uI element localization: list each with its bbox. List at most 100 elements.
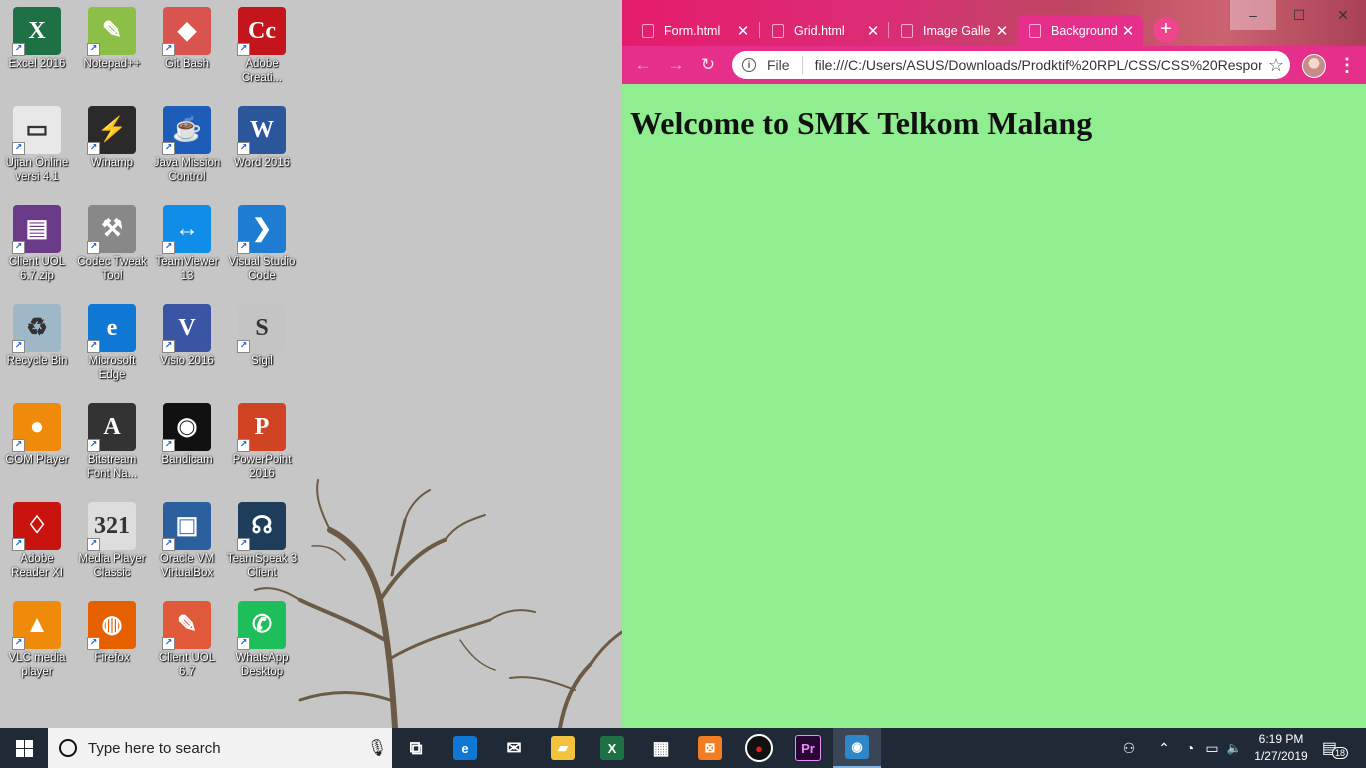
desktop-icon-label: VLC media player — [8, 652, 66, 678]
desktop-icon-label: Codec Tweak Tool — [77, 256, 147, 282]
desktop-icon[interactable]: ↔ ↗ TeamViewer 13 — [150, 205, 224, 283]
desktop-icon[interactable]: P ↗ PowerPoint 2016 — [225, 403, 299, 481]
desktop-icon[interactable]: ▭ ↗ Ujian Online versi 4.1 — [0, 106, 74, 184]
desktop-icon[interactable]: ✆ ↗ WhatsApp Desktop — [225, 601, 299, 679]
shortcut-arrow-icon: ↗ — [87, 340, 100, 353]
close-window-button[interactable]: ✕ — [1320, 0, 1366, 30]
app-icon: ⚡ ↗ — [87, 106, 136, 155]
microphone-icon[interactable]: 🎙 — [362, 738, 392, 758]
taskbar-bandicam-button[interactable]: ● — [735, 728, 783, 768]
taskbar-edge-button[interactable]: e — [441, 728, 489, 768]
taskbar-premiere-button[interactable]: Pr — [784, 728, 832, 768]
app-icon: A ↗ — [87, 403, 136, 452]
shortcut-arrow-icon: ↗ — [162, 340, 175, 353]
browser-frame: Form.html ✕ Grid.html ✕ Image Galle ✕ Ba… — [622, 0, 1366, 84]
new-tab-button[interactable]: + — [1153, 17, 1179, 43]
volume-icon[interactable]: 🔈 — [1224, 728, 1244, 768]
close-icon[interactable]: ✕ — [1119, 22, 1137, 40]
url-text[interactable]: file:///C:/Users/ASUS/Downloads/Prodktif… — [815, 57, 1262, 73]
shortcut-arrow-icon: ↗ — [87, 538, 100, 551]
desktop-icon[interactable]: W ↗ Word 2016 — [225, 106, 299, 170]
taskbar-excel-button[interactable]: X — [588, 728, 636, 768]
desktop-icon[interactable]: V ↗ Visio 2016 — [150, 304, 224, 368]
desktop-icon[interactable]: ✎ ↗ Client UOL 6.7 — [150, 601, 224, 679]
chevron-up-icon[interactable]: ⌃ — [1152, 728, 1176, 768]
minimize-button[interactable]: – — [1230, 0, 1276, 30]
desktop-icon-label: Bitstream Font Na... — [86, 454, 138, 480]
info-icon[interactable]: i — [742, 58, 756, 72]
tab-grid[interactable]: Grid.html ✕ — [760, 15, 888, 46]
desktop-icon[interactable]: ☊ ↗ TeamSpeak 3 Client — [225, 502, 299, 580]
start-button[interactable] — [0, 728, 48, 768]
bandicam-icon: ● — [745, 734, 773, 762]
desktop-icon[interactable]: ● ↗ GOM Player — [0, 403, 74, 467]
app-icon: ▣ ↗ — [162, 502, 211, 551]
desktop-icon[interactable]: ♢ ↗ Adobe Reader XI — [0, 502, 74, 580]
desktop-icon[interactable]: S ↗ Sigil — [225, 304, 299, 368]
notification-badge: 18 — [1332, 747, 1349, 759]
desktop-icon-label: Oracle VM VirtualBox — [159, 553, 215, 579]
desktop-icon[interactable]: ❯ ↗ Visual Studio Code — [225, 205, 299, 283]
back-button[interactable]: ← — [632, 54, 654, 76]
taskbar-chrome-button[interactable]: ◉ — [833, 728, 881, 768]
app-icon: ❯ ↗ — [237, 205, 286, 254]
app-icon: ▭ ↗ — [12, 106, 61, 155]
clock[interactable]: 6:19 PM 1/27/2019 — [1246, 728, 1316, 768]
desktop-icon[interactable]: ◍ ↗ Firefox — [75, 601, 149, 665]
tab-form[interactable]: Form.html ✕ — [630, 15, 758, 46]
shortcut-arrow-icon: ↗ — [237, 142, 250, 155]
page-icon — [901, 23, 913, 38]
desktop-icon[interactable]: A ↗ Bitstream Font Na... — [75, 403, 149, 481]
desktop-icon[interactable]: ◉ ↗ Bandicam — [150, 403, 224, 467]
desktop-icon[interactable]: Cc ↗ Adobe Creati... — [225, 7, 299, 85]
shortcut-arrow-icon: ↗ — [237, 637, 250, 650]
desktop-icon[interactable]: ☕ ↗ Java Mission Control — [150, 106, 224, 184]
forward-button[interactable]: → — [665, 54, 687, 76]
tab-background[interactable]: Background ✕ — [1017, 15, 1143, 46]
taskbar-search[interactable]: Type here to search 🎙 — [48, 728, 392, 768]
desktop-icon[interactable]: X ↗ Excel 2016 — [0, 7, 74, 71]
battery-icon[interactable]: ▭ — [1202, 728, 1222, 768]
desktop-icon-label: Winamp — [90, 157, 134, 169]
desktop-icon-label: Bandicam — [161, 454, 213, 466]
close-icon[interactable]: ✕ — [993, 22, 1011, 40]
desktop-icon[interactable]: 321 ↗ Media Player Classic — [75, 502, 149, 580]
desktop-icon-label: WhatsApp Desktop — [235, 652, 289, 678]
shortcut-arrow-icon: ↗ — [87, 142, 100, 155]
app-icon: ✆ ↗ — [237, 601, 286, 650]
desktop-icon[interactable]: e ↗ Microsoft Edge — [75, 304, 149, 382]
desktop-icon-label: Ujian Online versi 4.1 — [5, 157, 69, 183]
desktop-icon-label: Firefox — [94, 652, 130, 664]
task-view-icon: ⧉ — [409, 737, 423, 758]
tab-image-gallery[interactable]: Image Galle ✕ — [889, 15, 1017, 46]
shortcut-arrow-icon: ↗ — [162, 142, 175, 155]
taskbar-store-button[interactable]: ▦ — [637, 728, 685, 768]
desktop-icon[interactable]: ♻ ↗ Recycle Bin — [0, 304, 74, 368]
taskbar-xampp-button[interactable]: ⊠ — [686, 728, 734, 768]
reload-button[interactable]: ↻ — [697, 54, 719, 76]
excel-icon: X — [600, 736, 624, 760]
address-bar[interactable]: i File file:///C:/Users/ASUS/Downloads/P… — [732, 51, 1290, 79]
close-icon[interactable]: ✕ — [864, 22, 882, 40]
people-icon[interactable]: ⚇ — [1116, 728, 1142, 768]
wifi-icon[interactable]: ◔ — [1180, 728, 1200, 768]
taskbar-file-explorer-button[interactable]: ▰ — [539, 728, 587, 768]
desktop-icon[interactable]: ▤ ↗ Client UOL 6.7.zip — [0, 205, 74, 283]
desktop-icon[interactable]: ⚒ ↗ Codec Tweak Tool — [75, 205, 149, 283]
tab-title: Form.html — [664, 23, 721, 38]
menu-icon[interactable]: ⋮ — [1338, 52, 1356, 78]
app-icon: ◍ ↗ — [87, 601, 136, 650]
desktop-icon[interactable]: ▣ ↗ Oracle VM VirtualBox — [150, 502, 224, 580]
close-icon[interactable]: ✕ — [734, 22, 752, 40]
search-placeholder: Type here to search — [88, 739, 221, 757]
desktop-icon[interactable]: ⚡ ↗ Winamp — [75, 106, 149, 170]
desktop-icon[interactable]: ✎ ↗ Notepad++ — [75, 7, 149, 71]
notification-center[interactable]: ▤ 18 — [1320, 728, 1350, 768]
taskbar-mail-button[interactable]: ✉ — [490, 728, 538, 768]
maximize-button[interactable]: ☐ — [1276, 0, 1322, 30]
profile-avatar[interactable] — [1302, 54, 1326, 78]
star-icon[interactable]: ☆ — [1262, 55, 1290, 76]
desktop-icon[interactable]: ▲ ↗ VLC media player — [0, 601, 74, 679]
taskbar-task-view-button[interactable]: ⧉ — [392, 728, 440, 768]
desktop-icon[interactable]: ◆ ↗ Git Bash — [150, 7, 224, 71]
